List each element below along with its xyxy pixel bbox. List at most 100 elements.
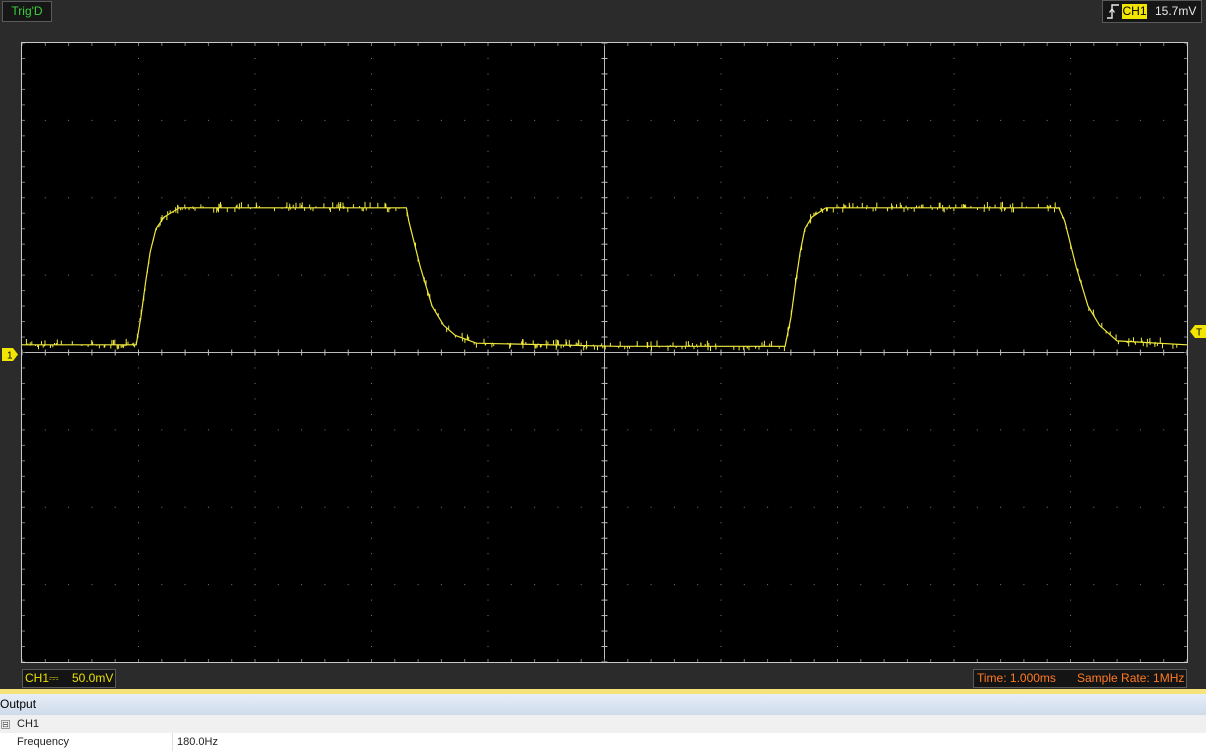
grid-dot: [837, 197, 838, 199]
grid-dot: [44, 119, 46, 121]
output-group-ch1[interactable]: ⊟ CH1: [0, 715, 1206, 733]
grid-dot: [440, 506, 442, 508]
grid-dot: [277, 274, 279, 276]
timebase-status: Time: 1.000ms Sample Rate: 1MHz: [973, 669, 1187, 688]
grid-dot: [254, 444, 256, 446]
grid-dot: [464, 506, 466, 508]
grid-dot: [720, 537, 722, 539]
grid-dot: [1139, 429, 1141, 431]
grid-dot: [906, 274, 908, 276]
scope-screen[interactable]: [21, 42, 1188, 663]
grid-dot: [1116, 274, 1118, 276]
grid-dot: [487, 104, 489, 106]
grid-dot: [976, 506, 978, 508]
grid-dot: [953, 212, 955, 214]
grid-dot: [371, 367, 372, 369]
grid-dot: [1070, 367, 1071, 369]
grid-dot: [580, 119, 582, 121]
grid-dot: [114, 119, 116, 121]
grid-dot: [371, 646, 372, 648]
grid-dot: [138, 646, 139, 648]
grid-dot: [254, 290, 256, 292]
grid-dot: [184, 506, 186, 508]
grid-dot: [906, 119, 908, 121]
grid-dot: [138, 243, 139, 245]
grid-dot: [953, 522, 955, 524]
grid-dot: [1070, 615, 1071, 617]
grid-dot: [487, 274, 489, 276]
ch1-ground-marker[interactable]: 1: [2, 348, 18, 362]
grid-dot: [837, 646, 838, 648]
grid-dot: [580, 584, 582, 586]
grid-dot: [324, 429, 326, 431]
grid-dot: [813, 429, 815, 431]
grid-dot: [720, 615, 722, 617]
grid-dot: [720, 150, 722, 152]
measurement-row[interactable]: Frequency 180.0Hz: [0, 733, 1206, 751]
grid-dot: [1139, 584, 1141, 586]
grid-dot: [487, 166, 489, 168]
grid-dot: [254, 135, 256, 137]
grid-dot: [720, 568, 722, 570]
grid-dot: [394, 506, 396, 508]
grid-dot: [254, 119, 256, 121]
grid-dot: [650, 119, 652, 121]
grid-dot: [254, 104, 256, 106]
grid-dot: [487, 615, 489, 617]
trigger-level-marker[interactable]: T: [1190, 325, 1206, 339]
grid-dot: [277, 584, 279, 586]
grid-dot: [1070, 228, 1071, 230]
grid-dot: [1046, 584, 1048, 586]
grid-dot: [91, 506, 93, 508]
waveform-display: [22, 43, 1187, 662]
trigger-info[interactable]: CH1 15.7mV: [1102, 0, 1202, 23]
grid-dot: [953, 537, 955, 539]
grid-dot: [91, 274, 93, 276]
grid-dot: [371, 460, 372, 462]
grid-dot: [347, 197, 349, 199]
grid-dot: [440, 119, 442, 121]
grid-dot: [837, 460, 838, 462]
grid-dot: [254, 475, 256, 477]
grid-dot: [487, 135, 489, 137]
grid-dot: [837, 228, 838, 230]
grid-dot: [138, 290, 139, 292]
grid-dot: [417, 197, 419, 199]
grid-dot: [138, 88, 139, 90]
grid-dot: [254, 305, 256, 307]
grid-dot: [44, 506, 46, 508]
grid-dot: [161, 584, 163, 586]
grid-dot: [1116, 119, 1118, 121]
grid-dot: [650, 197, 652, 199]
collapse-icon[interactable]: ⊟: [1, 720, 10, 729]
grid-dot: [837, 537, 838, 539]
grid-dot: [720, 57, 722, 59]
grid-dot: [697, 429, 699, 431]
grid-dot: [487, 537, 489, 539]
grid-dot: [254, 491, 256, 493]
grid-dot: [138, 584, 139, 586]
grid-dot: [930, 119, 932, 121]
grid-dot: [324, 197, 326, 199]
grid-dot: [487, 243, 489, 245]
grid-dot: [930, 429, 932, 431]
grid-dot: [720, 321, 722, 323]
grid-dot: [487, 57, 489, 59]
grid-dot: [650, 429, 652, 431]
grid-dot: [138, 274, 139, 276]
grid-dot: [138, 259, 139, 261]
grid-dot: [207, 584, 209, 586]
grid-dot: [837, 506, 838, 508]
grid-dot: [44, 429, 46, 431]
grid-dot: [138, 228, 139, 230]
grid-dot: [813, 119, 815, 121]
column-divider: [172, 733, 173, 751]
grid-dot: [371, 197, 372, 199]
grid-dot: [837, 321, 838, 323]
group-label: CH1: [17, 718, 40, 730]
rising-edge-icon: [1106, 3, 1120, 25]
channel-status[interactable]: CH1 ⎓ 50.0mV: [22, 669, 116, 688]
grid-dot: [953, 444, 955, 446]
grid-dot: [371, 274, 372, 276]
grid-dot: [837, 166, 838, 168]
